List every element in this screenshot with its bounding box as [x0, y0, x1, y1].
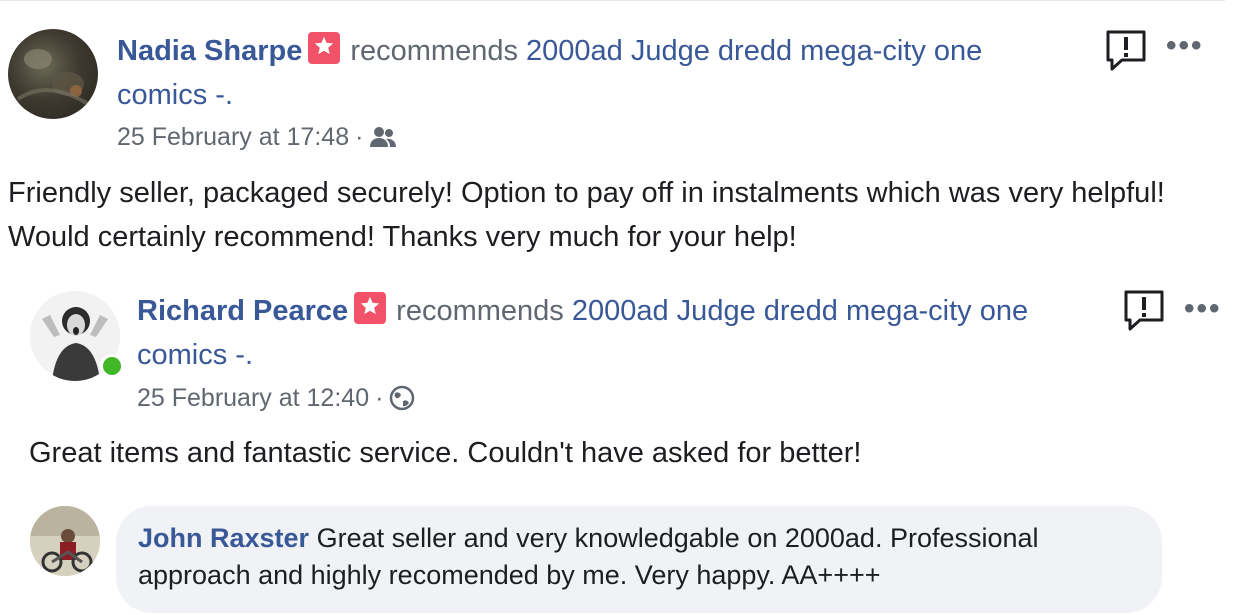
page-link-continued[interactable]: comics -. — [117, 79, 233, 111]
comment: John Raxster Great seller and very knowl… — [0, 486, 1245, 615]
online-status-icon — [100, 354, 124, 378]
recommendation-post: Nadia Sharpe recommends 2000ad Judge dred… — [0, 0, 1225, 263]
more-options-icon[interactable]: ••• — [1184, 292, 1222, 326]
post-header: Richard Pearce recommends 2000ad Judge dr… — [137, 289, 1127, 377]
avatar[interactable] — [8, 29, 98, 119]
post-meta: 25 February at 17:48 · — [117, 123, 397, 156]
timestamp[interactable]: 25 February at 17:48 — [117, 123, 349, 151]
separator: · — [375, 384, 384, 412]
report-icon[interactable] — [1104, 29, 1148, 78]
post-header: Nadia Sharpe recommends 2000ad Judge dred… — [117, 29, 1087, 117]
author-name[interactable]: Richard Pearce — [137, 295, 348, 327]
friends-icon[interactable] — [369, 125, 397, 156]
post-meta: 25 February at 12:40 · — [137, 384, 415, 418]
page-link[interactable]: 2000ad Judge dredd mega-city one — [572, 295, 1028, 327]
report-icon[interactable] — [1122, 289, 1166, 338]
comment-bubble: John Raxster Great seller and very knowl… — [116, 506, 1162, 613]
page-link-continued[interactable]: comics -. — [137, 339, 253, 371]
post-body: Great items and fantastic service. Could… — [29, 437, 862, 469]
recommends-text: recommends — [396, 295, 564, 327]
author-name[interactable]: Nadia Sharpe — [117, 35, 302, 67]
commenter-name[interactable]: John Raxster — [138, 523, 309, 553]
recommendation-post: Richard Pearce recommends 2000ad Judge dr… — [0, 265, 1245, 483]
page-link[interactable]: 2000ad Judge dredd mega-city one — [526, 35, 982, 67]
recommendation-star-icon — [354, 292, 387, 324]
post-body: Friendly seller, packaged securely! Opti… — [8, 177, 1165, 253]
timestamp[interactable]: 25 February at 12:40 — [137, 384, 369, 412]
globe-icon[interactable] — [389, 385, 415, 418]
commenter-avatar[interactable] — [30, 506, 100, 576]
recommends-text: recommends — [350, 35, 518, 67]
separator: · — [355, 123, 364, 151]
more-options-icon[interactable]: ••• — [1166, 29, 1204, 63]
comment-content: John Raxster Great seller and very knowl… — [138, 520, 1148, 594]
recommendation-star-icon — [308, 32, 341, 64]
